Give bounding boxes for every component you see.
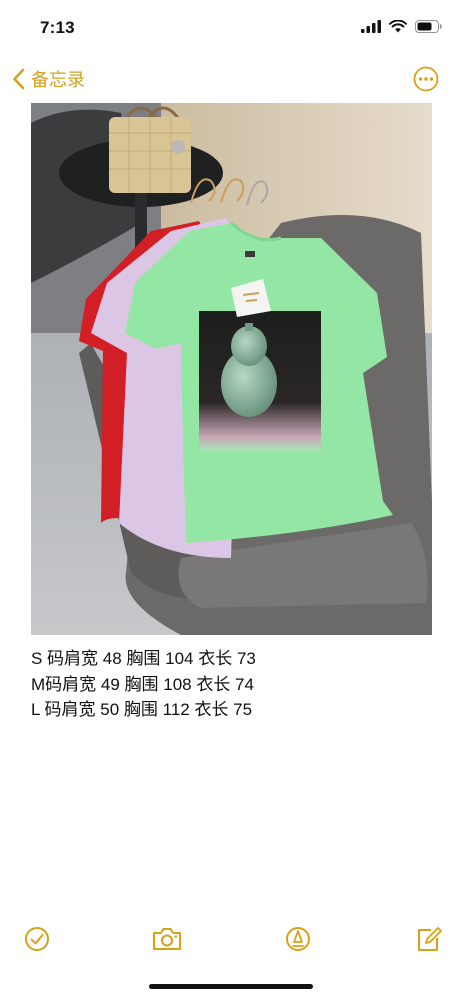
back-label: 备忘录 [31, 70, 85, 90]
size-line-s: S 码肩宽 48 胸围 104 衣长 73 [31, 649, 256, 668]
t-shirt-photo[interactable] [31, 103, 432, 635]
size-line-l: L 码肩宽 50 胸围 112 衣长 75 [31, 700, 253, 719]
checklist-icon[interactable] [22, 924, 52, 954]
size-line-m: M码肩宽 49 胸围 108 衣长 74 [31, 674, 254, 694]
wifi-icon [389, 20, 407, 33]
status-time: 7:13 [40, 18, 75, 37]
back-button[interactable]: 备忘录 [12, 66, 85, 92]
status-icons [361, 20, 442, 33]
status-bar: 7:13 [0, 0, 462, 52]
chevron-left-icon [13, 68, 25, 90]
bottom-toolbar [0, 922, 462, 958]
photo-illustration [31, 103, 432, 635]
cellular-signal-icon [361, 20, 381, 33]
nav-bar: 备忘录 [0, 58, 462, 98]
battery-icon [415, 20, 442, 33]
note-body[interactable]: S 码肩宽 48 胸围 104 衣长 73 M码肩宽 49 胸围 108 衣长 … [31, 646, 256, 723]
ellipsis-circle-icon[interactable] [413, 66, 439, 92]
compose-icon[interactable] [413, 924, 443, 954]
markup-icon[interactable] [283, 924, 313, 954]
camera-icon[interactable] [150, 924, 184, 954]
home-indicator [149, 984, 313, 989]
